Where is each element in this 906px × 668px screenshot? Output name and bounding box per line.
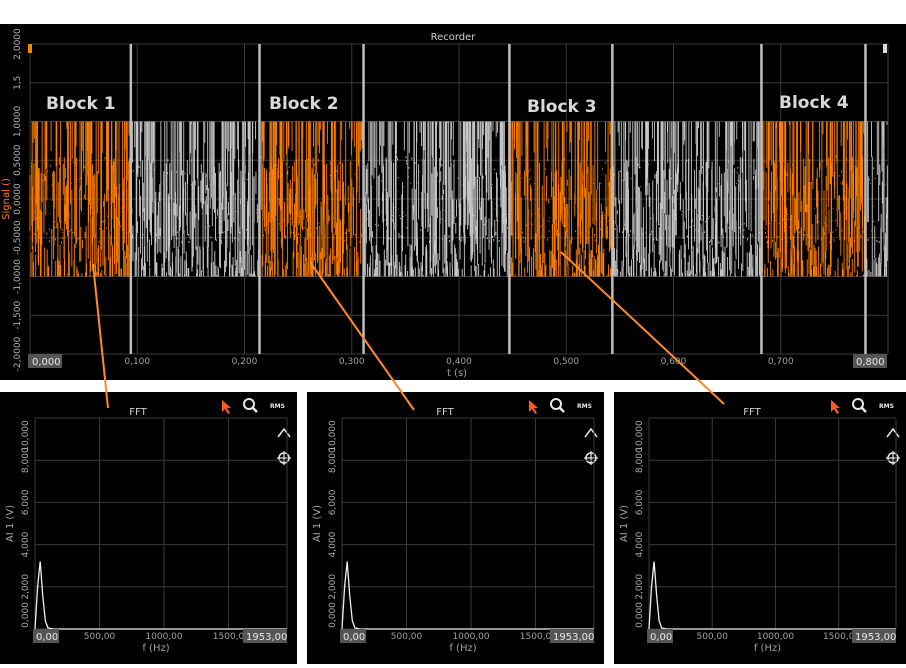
annotation-overlay: Block 1 Block 2 Block 3 Block 4 xyxy=(46,93,849,411)
block-label: Block 2 xyxy=(269,94,339,114)
block-label: Block 1 xyxy=(46,94,116,114)
block-connector-line xyxy=(309,261,415,411)
block-connector-line xyxy=(560,251,725,405)
block-connector-line xyxy=(92,263,109,409)
block-label: Block 3 xyxy=(527,97,597,117)
block-label: Block 4 xyxy=(779,93,849,113)
